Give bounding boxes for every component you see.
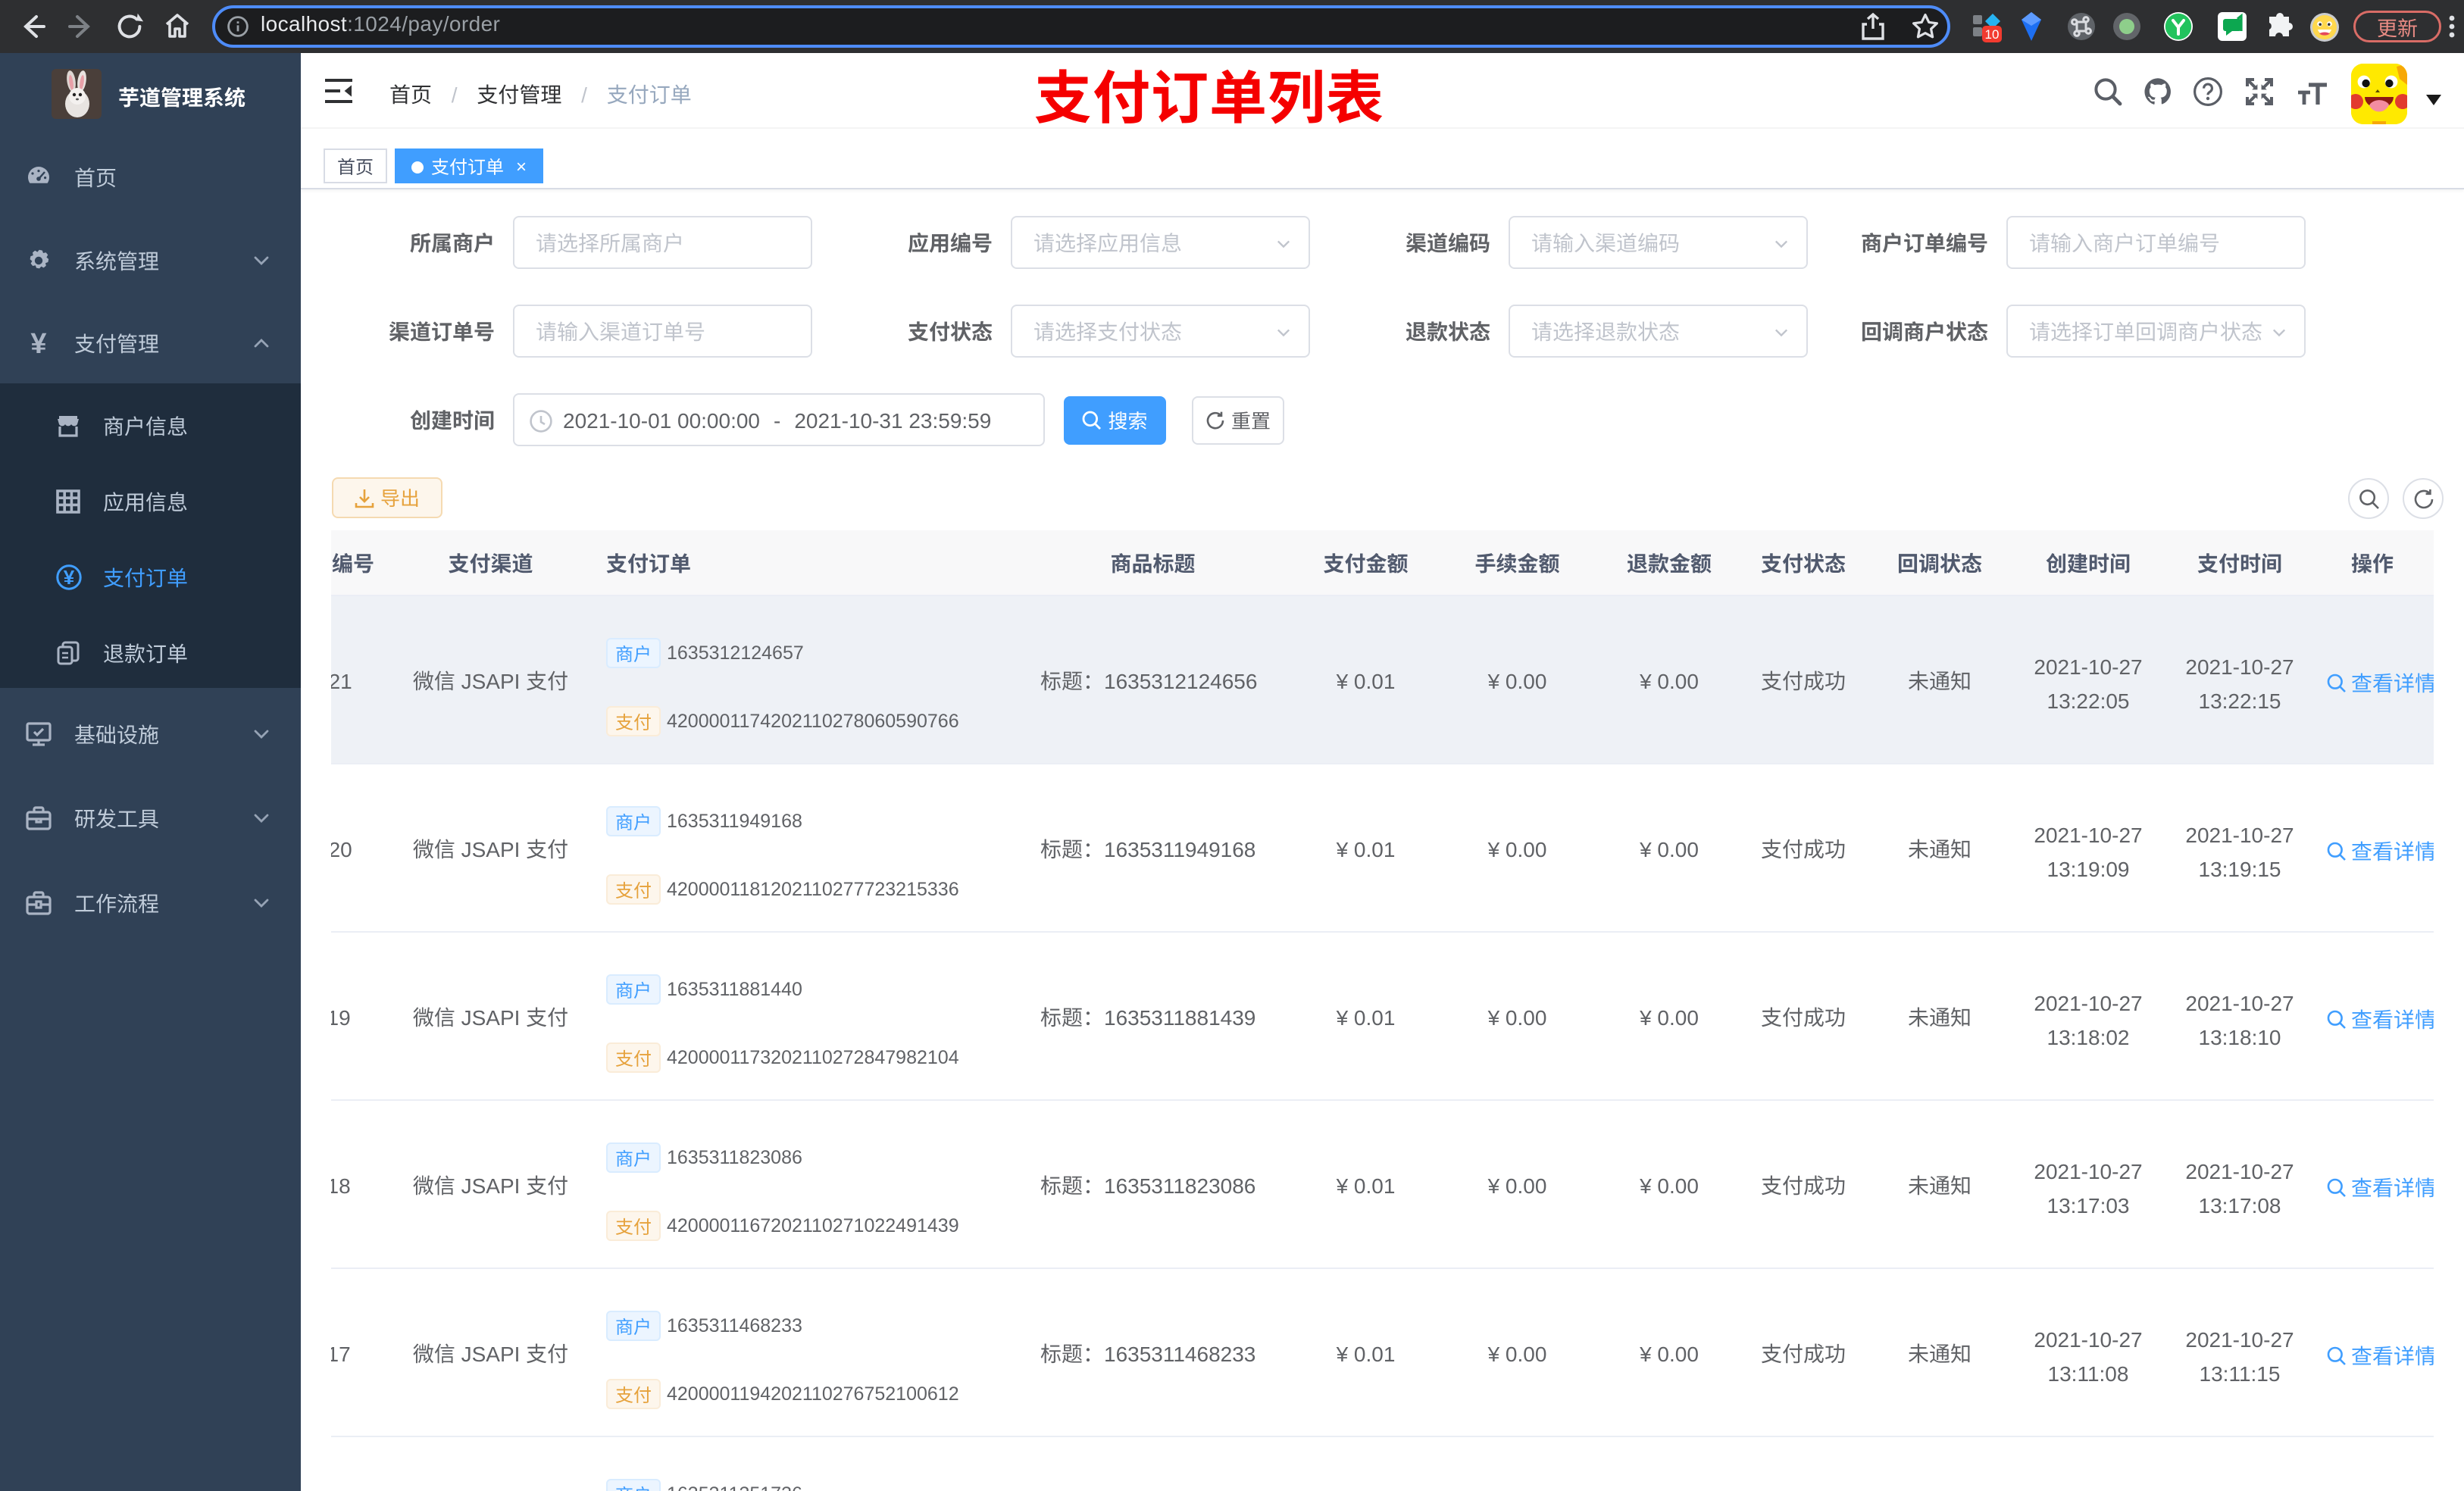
svg-text:10: 10	[1985, 27, 2000, 42]
svg-text:¥: ¥	[64, 566, 75, 589]
